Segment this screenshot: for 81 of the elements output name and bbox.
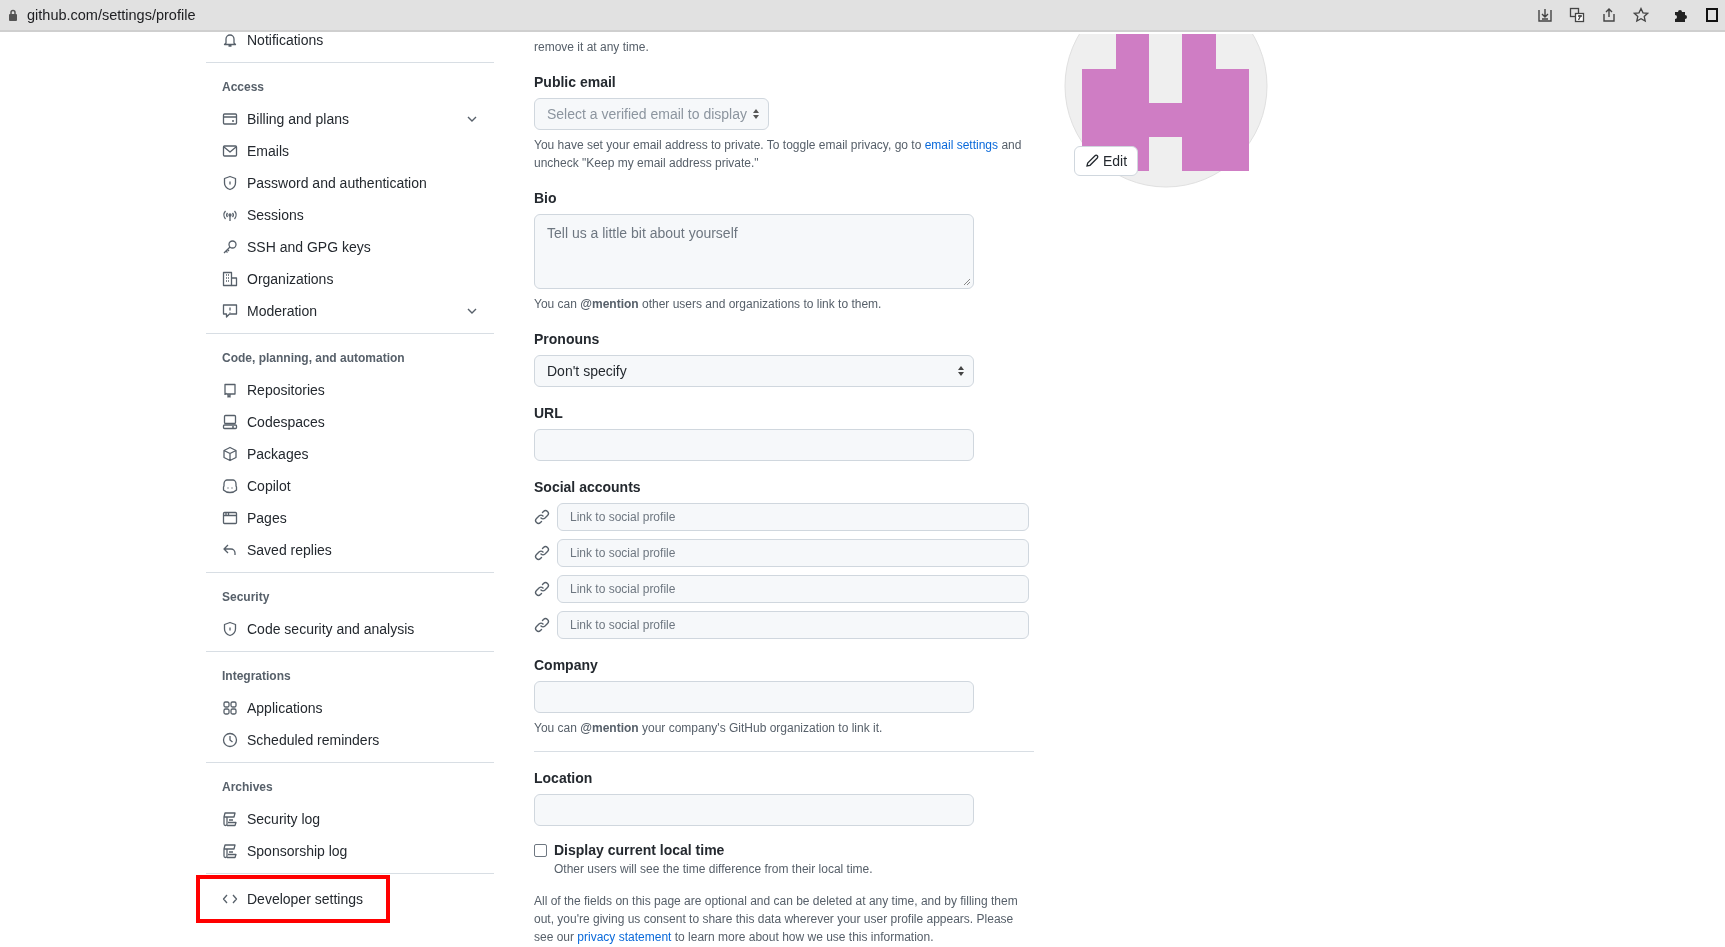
sidebar-item[interactable]: Scheduled reminders — [206, 724, 494, 756]
bio-textarea[interactable]: Tell us a little bit about yourself — [534, 214, 974, 289]
checkbox[interactable] — [534, 843, 547, 857]
star-icon[interactable] — [1633, 7, 1649, 23]
sidebar-item[interactable]: SSH and GPG keys — [206, 231, 494, 263]
field-label: Pronouns — [534, 331, 601, 347]
window-icon[interactable] — [1705, 7, 1719, 23]
social-profile-input[interactable]: Link to social profile — [557, 575, 1029, 603]
location-input[interactable] — [534, 794, 974, 826]
sidebar-item[interactable]: Codespaces — [206, 406, 494, 438]
select-arrows-icon — [957, 365, 965, 377]
field-label: Social accounts — [534, 479, 642, 495]
sidebar-item[interactable]: Emails — [206, 135, 494, 167]
sidebar-item[interactable]: Password and authentication — [206, 167, 494, 199]
url-input[interactable] — [534, 429, 974, 461]
sidebar-item[interactable]: Moderation — [206, 295, 494, 327]
select-arrows-icon — [752, 108, 760, 120]
social-profile-input[interactable]: Link to social profile — [557, 539, 1029, 567]
privacy-statement-link[interactable]: privacy statement — [577, 930, 672, 944]
field-label: URL — [534, 405, 564, 421]
share-icon[interactable] — [1601, 7, 1617, 23]
lock-icon — [8, 9, 18, 21]
org-icon — [222, 271, 238, 287]
card-icon — [222, 111, 238, 127]
translate-icon[interactable] — [1569, 7, 1585, 23]
sidebar-item[interactable]: Pages — [206, 502, 494, 534]
sidebar-item[interactable]: Sessions — [206, 199, 494, 231]
clock-icon — [222, 732, 238, 748]
pronouns-select[interactable]: Don't specify — [534, 355, 974, 387]
company-input[interactable] — [534, 681, 974, 713]
package-icon — [222, 446, 238, 462]
bell-icon — [222, 32, 238, 48]
sidebar-item[interactable]: Security log — [206, 803, 494, 835]
mail-icon — [222, 143, 238, 159]
sidebar-item[interactable]: Copilot — [206, 470, 494, 502]
sidebar-item[interactable]: Packages — [206, 438, 494, 470]
section-heading: Access — [221, 79, 266, 96]
field-label: Public email — [534, 74, 617, 90]
shield-icon — [222, 175, 238, 191]
email-privacy-note: You have set your email address to private. To toggle email privacy, go to email settings and uncheck "Keep my email address private." — [534, 137, 1023, 172]
edit-avatar-button[interactable]: Edit — [1074, 146, 1139, 176]
browser-icon — [222, 510, 238, 526]
link-icon — [534, 545, 550, 561]
shield-icon — [222, 621, 238, 637]
social-profile-input[interactable]: Link to social profile — [557, 503, 1029, 531]
section-heading: Integrations — [221, 668, 292, 685]
name-note: remove it at any time. — [534, 39, 650, 56]
link-icon — [534, 509, 550, 525]
field-label: Bio — [534, 190, 558, 206]
company-note: You can @mention your company's GitHub organization to link it. — [534, 720, 884, 737]
sidebar-item[interactable]: Developer settings — [206, 879, 386, 919]
url-text[interactable]: github.com/settings/profile — [27, 7, 196, 23]
extensions-icon[interactable] — [1673, 7, 1689, 23]
field-label: Location — [534, 770, 594, 786]
sidebar-item[interactable]: Billing and plans — [206, 103, 494, 135]
reply-icon — [222, 542, 238, 558]
link-icon — [534, 617, 550, 633]
pencil-icon — [1085, 154, 1099, 168]
sidebar-item[interactable]: Saved replies — [206, 534, 494, 566]
section-heading: Code, planning, and automation — [221, 350, 406, 367]
resize-grip-icon[interactable] — [963, 278, 971, 286]
sidebar-item[interactable]: Code security and analysis — [206, 613, 494, 645]
download-icon[interactable] — [1537, 7, 1553, 23]
report-icon — [222, 303, 238, 319]
link-icon — [534, 581, 550, 597]
local-time-note: Other users will see the time difference from their local time. — [554, 861, 874, 878]
checkbox-label: Display current local time — [554, 842, 725, 858]
privacy-paragraph: All of the fields on this page are optional and can be deleted at any time, and by filling them out, you're giving us consent to share this data wherever your user profile appears. Please see our privacy statement to learn more about how we use this information. — [534, 893, 1019, 946]
section-heading: Archives — [221, 779, 274, 796]
sidebar-item[interactable]: Repositories — [206, 374, 494, 406]
sidebar-item[interactable]: Sponsorship log — [206, 835, 494, 867]
apps-icon — [222, 700, 238, 716]
sidebar-item[interactable]: Organizations — [206, 263, 494, 295]
social-profile-input[interactable]: Link to social profile — [557, 611, 1029, 639]
email-settings-link[interactable]: email settings — [924, 138, 999, 152]
field-label: Company — [534, 657, 599, 673]
sidebar-item[interactable]: Applications — [206, 692, 494, 724]
section-heading: Security — [221, 589, 271, 606]
sidebar-item[interactable]: Notifications — [206, 24, 494, 56]
key-icon — [222, 239, 238, 255]
bio-note: You can @mention other users and organizations to link to them. — [534, 296, 883, 313]
